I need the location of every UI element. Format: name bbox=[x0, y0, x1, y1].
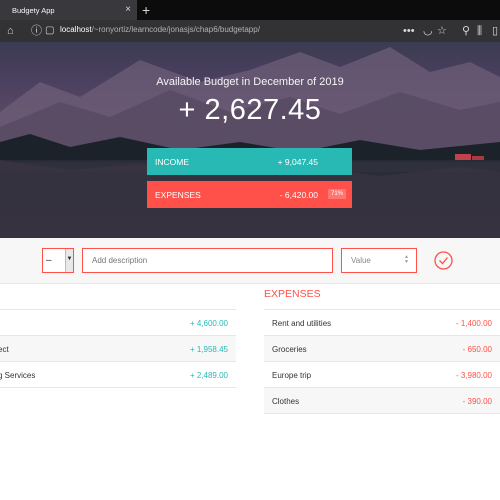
tools-icon[interactable]: ⚲ bbox=[462, 23, 470, 39]
tab-title: Budgety App bbox=[12, 5, 55, 15]
url-path: /~ronyortiz/learncode/jonasjs/chap6/budg… bbox=[91, 25, 260, 34]
expenses-label: Expenses bbox=[155, 189, 201, 200]
item-description: ect bbox=[0, 345, 9, 354]
checkmark-circle-icon bbox=[434, 251, 453, 270]
item-description: Groceries bbox=[272, 345, 307, 354]
income-label: Income bbox=[155, 156, 189, 167]
list-item: Rent and utilities - 1,400.00 bbox=[264, 310, 500, 336]
item-value: - 390.00 bbox=[462, 397, 492, 406]
item-value: + 1,958.45 bbox=[189, 345, 228, 354]
browser-tab[interactable]: Budgety App × bbox=[0, 0, 137, 20]
checkmark-icon bbox=[439, 257, 448, 265]
bookmark-star-icon[interactable]: ☆ bbox=[437, 23, 447, 39]
browser-nav-bar: ⌂ ⓘ ▢ localhost/~ronyortiz/learncode/jon… bbox=[0, 20, 500, 42]
pocket-icon[interactable]: ◡ bbox=[423, 23, 433, 39]
close-tab-icon[interactable]: × bbox=[125, 4, 131, 16]
list-item: Groceries - 650.00 bbox=[264, 336, 500, 362]
value-input[interactable]: Value ▲ ▼ bbox=[341, 248, 417, 273]
list-item: Europe trip - 3,980.00 bbox=[264, 362, 500, 388]
budget-header: Available Budget in December of 2019 + 2… bbox=[0, 42, 500, 238]
mountain-background-image bbox=[0, 47, 500, 238]
budget-title: Available Budget in December of 2019 bbox=[156, 76, 344, 88]
item-value: - 1,400.00 bbox=[455, 319, 492, 328]
income-list: + 4,600.00 ect + 1,958.45 g Services + 2… bbox=[0, 309, 236, 388]
list-item: ect + 1,958.45 bbox=[0, 336, 236, 362]
item-description: g Services bbox=[0, 371, 36, 380]
budget-value: + 2,627.45 bbox=[178, 94, 322, 126]
item-description: Clothes bbox=[272, 397, 300, 406]
expenses-title: EXPENSES bbox=[264, 288, 321, 300]
expenses-percentage: 71% bbox=[327, 189, 346, 199]
income-value: + 9,047.45 bbox=[277, 157, 318, 167]
number-stepper-icon[interactable]: ▲ ▼ bbox=[404, 255, 409, 265]
list-item: Clothes - 390.00 bbox=[264, 388, 500, 414]
add-item-button[interactable] bbox=[434, 251, 453, 270]
add-item-form: – ▼ Value ▲▼ bbox=[0, 238, 500, 284]
expenses-summary: Expenses - 6,420.00 71% bbox=[147, 181, 352, 208]
sidebar-icon[interactable]: ▯ bbox=[492, 23, 498, 39]
item-value: - 650.00 bbox=[462, 345, 492, 354]
lock-icon[interactable]: ▢ bbox=[45, 23, 54, 39]
item-value: + 2,489.00 bbox=[189, 371, 228, 380]
type-select[interactable]: – ▼ bbox=[42, 248, 74, 273]
value-placeholder: Value bbox=[351, 256, 371, 265]
list-item: g Services + 2,489.00 bbox=[0, 362, 236, 388]
item-description: Europe trip bbox=[272, 371, 312, 380]
expenses-value: - 6,420.00 bbox=[279, 190, 318, 200]
item-value: + 4,600.00 bbox=[189, 319, 228, 328]
description-input[interactable] bbox=[82, 248, 333, 273]
new-tab-button[interactable]: + bbox=[142, 1, 150, 19]
more-icon[interactable]: ••• bbox=[403, 23, 415, 39]
browser-tab-bar: Budgety App × + bbox=[0, 0, 500, 20]
income-summary: Income + 9,047.45 bbox=[147, 148, 352, 175]
expenses-list: Rent and utilities - 1,400.00 Groceries … bbox=[264, 309, 500, 414]
item-value: - 3,980.00 bbox=[455, 371, 492, 380]
list-item: + 4,600.00 bbox=[0, 310, 236, 336]
library-icon[interactable]: ⫼ bbox=[477, 23, 482, 39]
site-info-icon[interactable]: ⓘ bbox=[31, 23, 42, 39]
chevron-down-icon[interactable]: ▼ bbox=[65, 249, 73, 272]
item-description: Rent and utilities bbox=[272, 319, 332, 328]
home-icon[interactable]: ⌂ bbox=[7, 23, 14, 39]
url-bar[interactable]: localhost/~ronyortiz/learncode/jonasjs/c… bbox=[60, 25, 260, 34]
url-host: localhost bbox=[60, 25, 92, 34]
type-select-value: – bbox=[46, 255, 52, 266]
